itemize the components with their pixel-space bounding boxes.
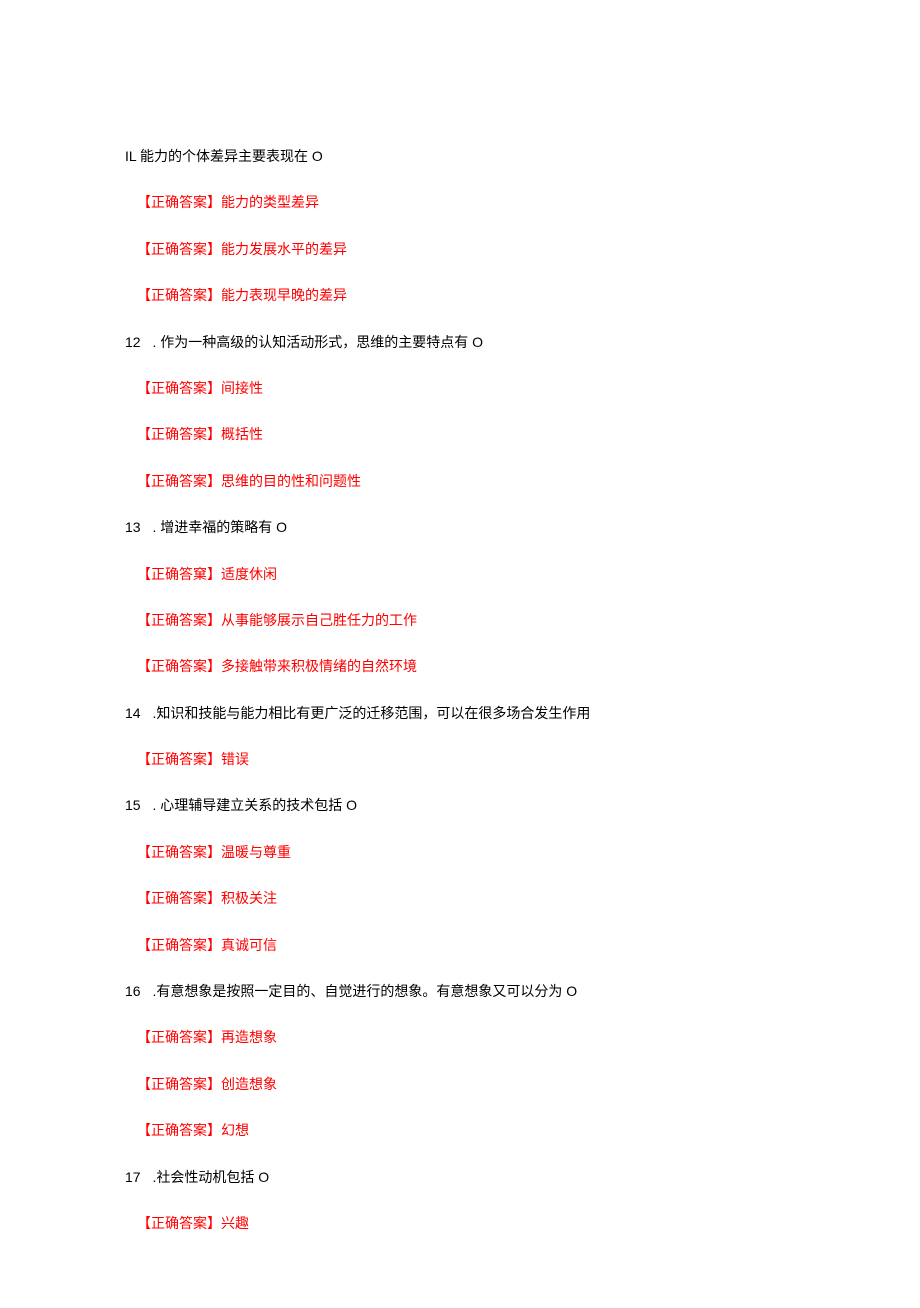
answer-text: 思维的目的性和问题性 [221, 473, 361, 489]
answer-label: 【正确答案】 [137, 844, 221, 860]
answer-label: 【正确答案】 [137, 473, 221, 489]
answer-label: 【正确答案】 [137, 890, 221, 906]
answer-label: 【正确答案】 [137, 612, 221, 628]
question-text: 17 .社会性动机包括 O [125, 1166, 795, 1188]
question-sep: . [149, 519, 161, 535]
question-number: 12 [125, 331, 141, 353]
answer-label: 【正确答案】 [137, 1029, 221, 1045]
answer-item: 【正确答案】创造想象 [137, 1073, 795, 1095]
answer-text: 间接性 [221, 380, 263, 396]
question-number: 14 [125, 702, 141, 724]
question-11: IL 能力的个体差异主要表现在 O 【正确答案】能力的类型差异 【正确答案】能力… [125, 145, 795, 307]
question-body: 社会性动机包括 O [156, 1169, 269, 1185]
answer-item: 【正确答案】能力的类型差异 [137, 191, 795, 213]
answer-text: 错误 [221, 751, 249, 767]
answer-item: 【正确答案】温暖与尊重 [137, 841, 795, 863]
question-17: 17 .社会性动机包括 O 【正确答案】兴趣 [125, 1166, 795, 1235]
answer-text: 真诚可信 [221, 937, 277, 953]
answer-text: 再造想象 [221, 1029, 277, 1045]
question-text: 12 . 作为一种高级的认知活动形式，思维的主要特点有 O [125, 331, 795, 353]
answer-item: 【正确答案】能力发展水平的差异 [137, 238, 795, 260]
question-text: 15 . 心理辅导建立关系的技术包括 O [125, 794, 795, 816]
question-14: 14 .知识和技能与能力相比有更广泛的迁移范围，可以在很多场合发生作用 【正确答… [125, 702, 795, 771]
answer-item: 【正确答案】思维的目的性和问题性 [137, 470, 795, 492]
answer-item: 【正确答案】兴趣 [137, 1212, 795, 1234]
answer-label: 【正确答案】 [137, 194, 221, 210]
answer-text: 积极关注 [221, 890, 277, 906]
answer-item: 【正确答窠】适度休闲 [137, 563, 795, 585]
question-text: 13 . 增进幸福的策略有 O [125, 516, 795, 538]
answer-item: 【正确答案】真诚可信 [137, 934, 795, 956]
answer-item: 【正确答案】再造想象 [137, 1026, 795, 1048]
question-number: 15 [125, 794, 141, 816]
question-12: 12 . 作为一种高级的认知活动形式，思维的主要特点有 O 【正确答案】间接性 … [125, 331, 795, 493]
answer-label: 【正确答案】 [137, 1215, 221, 1231]
answer-text: 创造想象 [221, 1076, 277, 1092]
answer-label: 【正确答案】 [137, 380, 221, 396]
answer-item: 【正确答案】积极关注 [137, 887, 795, 909]
answer-label: 【正确答案】 [137, 426, 221, 442]
question-number: 13 [125, 516, 141, 538]
answer-text: 多接触带来积极情绪的自然环境 [221, 658, 417, 674]
question-body: 心理辅导建立关系的技术包括 O [160, 797, 357, 813]
question-text: 16 .有意想象是按照一定目的、自觉进行的想象。有意想象又可以分为 O [125, 980, 795, 1002]
question-number: 17 [125, 1166, 141, 1188]
answer-item: 【正确答案】间接性 [137, 377, 795, 399]
answer-text: 能力表现早晚的差异 [221, 287, 347, 303]
question-text: 14 .知识和技能与能力相比有更广泛的迁移范围，可以在很多场合发生作用 [125, 702, 795, 724]
question-number: IL [125, 148, 136, 164]
question-body: 增进幸福的策略有 O [160, 519, 287, 535]
question-body: 知识和技能与能力相比有更广泛的迁移范围，可以在很多场合发生作用 [156, 705, 590, 721]
answer-text: 能力的类型差异 [221, 194, 319, 210]
answer-label: 【正确答案】 [137, 937, 221, 953]
question-16: 16 .有意想象是按照一定目的、自觉进行的想象。有意想象又可以分为 O 【正确答… [125, 980, 795, 1142]
answer-text: 适度休闲 [221, 566, 277, 582]
answer-text: 概括性 [221, 426, 263, 442]
answer-label: 【正确答案】 [137, 1076, 221, 1092]
answer-text: 从事能够展示自己胜任力的工作 [221, 612, 417, 628]
answer-item: 【正确答案】错误 [137, 748, 795, 770]
question-body: 有意想象是按照一定目的、自觉进行的想象。有意想象又可以分为 O [156, 983, 577, 999]
answer-label: 【正确答案】 [137, 287, 221, 303]
question-body: 作为一种高级的认知活动形式，思维的主要特点有 O [160, 334, 483, 350]
question-13: 13 . 增进幸福的策略有 O 【正确答窠】适度休闲 【正确答案】从事能够展示自… [125, 516, 795, 678]
answer-item: 【正确答案】多接触带来积极情绪的自然环境 [137, 655, 795, 677]
question-sep: . [149, 334, 161, 350]
question-15: 15 . 心理辅导建立关系的技术包括 O 【正确答案】温暖与尊重 【正确答案】积… [125, 794, 795, 956]
question-number: 16 [125, 980, 141, 1002]
answer-label: 【正确答案】 [137, 658, 221, 674]
answer-item: 【正确答案】能力表现早晚的差异 [137, 284, 795, 306]
answer-label: 【正确答窠】 [137, 566, 221, 582]
answer-text: 温暖与尊重 [221, 844, 291, 860]
question-body: 能力的个体差异主要表现在 O [140, 148, 323, 164]
answer-text: 幻想 [221, 1122, 249, 1138]
answer-label: 【正确答案】 [137, 241, 221, 257]
answer-item: 【正确答案】从事能够展示自己胜任力的工作 [137, 609, 795, 631]
answer-item: 【正确答案】概括性 [137, 423, 795, 445]
answer-item: 【正确答案】幻想 [137, 1119, 795, 1141]
answer-text: 兴趣 [221, 1215, 249, 1231]
answer-label: 【正确答案】 [137, 1122, 221, 1138]
answer-label: 【正确答案】 [137, 751, 221, 767]
answer-text: 能力发展水平的差异 [221, 241, 347, 257]
question-sep: . [149, 797, 161, 813]
question-text: IL 能力的个体差异主要表现在 O [125, 145, 795, 167]
